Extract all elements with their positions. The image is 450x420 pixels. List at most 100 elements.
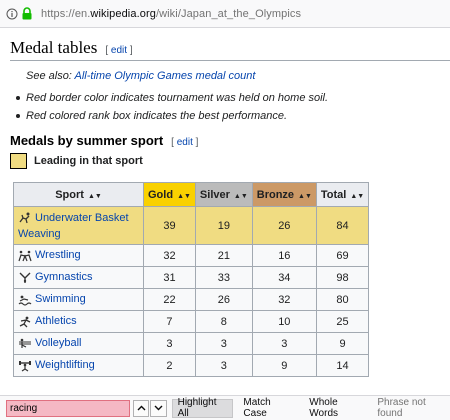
volleyball-icon: [18, 338, 32, 350]
sort-icon[interactable]: ▲▼: [350, 193, 364, 200]
silver-count: 8: [194, 310, 253, 333]
table-row: Athletics 7 8 10 25: [13, 310, 370, 333]
url-text[interactable]: https://en.wikipedia.org/wiki/Japan_at_t…: [41, 8, 301, 20]
subsection-edit-link[interactable]: edit: [177, 137, 193, 148]
find-bar: Highlight All Match Case Whole Words Phr…: [0, 395, 450, 420]
total-count: 84: [315, 206, 370, 245]
sport-cell: Weightlifting: [13, 354, 144, 377]
sort-icon[interactable]: ▲▼: [177, 193, 191, 200]
bronze-count: 34: [251, 266, 317, 289]
bronze-count: 16: [251, 244, 317, 267]
section-heading: Medal tables [ edit ]: [10, 38, 450, 61]
column-header-sport[interactable]: Sport ▲▼: [13, 182, 144, 207]
gymnastics-icon: [18, 272, 32, 284]
table-row: Gymnastics 31 33 34 98: [13, 266, 370, 289]
column-header-silver[interactable]: Silver ▲▼: [194, 182, 253, 207]
find-input[interactable]: [6, 399, 130, 417]
table-row: Wrestling 32 21 16 69: [13, 244, 370, 267]
hatnote: See also: All-time Olympic Games medal c…: [26, 70, 256, 82]
legend-swatch: [10, 153, 27, 169]
wrestling-icon: [18, 250, 32, 262]
legend: Leading in that sport: [10, 153, 450, 169]
chevron-down-icon[interactable]: [150, 399, 167, 417]
silver-count: 21: [194, 244, 253, 267]
chevron-up-icon[interactable]: [133, 399, 150, 417]
silver-count: 33: [194, 266, 253, 289]
weightlifting-icon: [18, 360, 32, 372]
total-count: 69: [315, 244, 370, 267]
gold-count: 22: [143, 288, 196, 311]
silver-count: 26: [194, 288, 253, 311]
gold-count: 31: [143, 266, 196, 289]
table-row: Underwater Basket Weaving 39 19 26 84: [13, 206, 370, 245]
sort-icon[interactable]: ▲▼: [88, 193, 102, 200]
total-count: 9: [315, 332, 370, 355]
subsection-heading: Medals by summer sport [ edit ]: [10, 133, 450, 148]
column-header-gold[interactable]: Gold ▲▼: [143, 182, 196, 207]
sport-cell: Swimming: [13, 288, 144, 311]
swimming-icon: [18, 294, 32, 306]
gold-count: 39: [143, 206, 196, 245]
subsection-title: Medals by summer sport: [10, 133, 164, 148]
table-row: Weightlifting 2 3 9 14: [13, 354, 370, 377]
article-content: Medal tables [ edit ] See also: All-time…: [0, 28, 450, 395]
all-time-medal-count-link[interactable]: All-time Olympic Games medal count: [75, 70, 256, 82]
note-item: Red border color indicates tournament wa…: [16, 89, 450, 107]
sport-cell: Gymnastics: [13, 266, 144, 289]
subsection-edit: [ edit ]: [171, 137, 199, 148]
highlight-all-toggle[interactable]: Highlight All: [171, 397, 234, 419]
column-header-total[interactable]: Total ▲▼: [315, 182, 370, 207]
total-count: 14: [315, 354, 370, 377]
sport-link[interactable]: Swimming: [35, 293, 86, 305]
address-bar[interactable]: https://en.wikipedia.org/wiki/Japan_at_t…: [0, 0, 450, 28]
athletics-icon: [18, 316, 32, 328]
match-case-toggle[interactable]: Match Case: [238, 397, 299, 419]
note-item: Red colored rank box indicates the best …: [16, 107, 450, 125]
gold-count: 7: [143, 310, 196, 333]
table-row: Swimming 22 26 32 80: [13, 288, 370, 311]
sport-link[interactable]: Volleyball: [35, 337, 81, 349]
sort-icon[interactable]: ▲▼: [298, 193, 312, 200]
legend-label: Leading in that sport: [34, 155, 143, 167]
medals-table-body: Underwater Basket Weaving 39 19 26 84 Wrestli…: [13, 206, 370, 377]
bronze-count: 9: [251, 354, 317, 377]
info-icon[interactable]: [6, 8, 18, 20]
sport-link[interactable]: Underwater Basket Weaving: [18, 212, 129, 240]
medals-table: Sport ▲▼ Gold ▲▼ Silver ▲▼ Bronze ▲▼ Total ▲▼…: [13, 182, 370, 377]
sport-cell: Wrestling: [13, 244, 144, 267]
bronze-count: 10: [251, 310, 317, 333]
table-row: Volleyball 3 3 3 9: [13, 332, 370, 355]
sport-link[interactable]: Athletics: [35, 315, 77, 327]
sport-link[interactable]: Weightlifting: [35, 359, 95, 371]
section-edit: [ edit ]: [105, 45, 133, 56]
silver-count: 3: [194, 332, 253, 355]
total-count: 98: [315, 266, 370, 289]
bronze-count: 26: [251, 206, 317, 245]
lock-icon[interactable]: [21, 7, 35, 21]
find-status: Phrase not found: [377, 397, 426, 419]
sport-cell: Athletics: [13, 310, 144, 333]
gold-count: 2: [143, 354, 196, 377]
bullet-icon: [16, 114, 20, 118]
silver-count: 19: [194, 206, 253, 245]
column-header-bronze[interactable]: Bronze ▲▼: [251, 182, 317, 207]
bronze-count: 32: [251, 288, 317, 311]
sort-icon[interactable]: ▲▼: [234, 193, 248, 200]
bronze-count: 3: [251, 332, 317, 355]
sport-cell: Volleyball: [13, 332, 144, 355]
whole-words-toggle[interactable]: Whole Words: [304, 397, 371, 419]
sport-link[interactable]: Gymnastics: [35, 271, 92, 283]
notes-list: Red border color indicates tournament wa…: [10, 89, 450, 125]
sport-link[interactable]: Wrestling: [35, 249, 81, 261]
underwater-basket-weaving-icon: [18, 212, 32, 224]
sport-cell: Underwater Basket Weaving: [13, 206, 144, 245]
table-header-row: Sport ▲▼ Gold ▲▼ Silver ▲▼ Bronze ▲▼ Total ▲▼: [13, 182, 370, 207]
gold-count: 3: [143, 332, 196, 355]
url-domain: wikipedia.org: [90, 7, 156, 20]
section-edit-link[interactable]: edit: [111, 45, 127, 56]
section-title: Medal tables: [10, 38, 98, 57]
bullet-icon: [16, 96, 20, 100]
gold-count: 32: [143, 244, 196, 267]
silver-count: 3: [194, 354, 253, 377]
total-count: 25: [315, 310, 370, 333]
